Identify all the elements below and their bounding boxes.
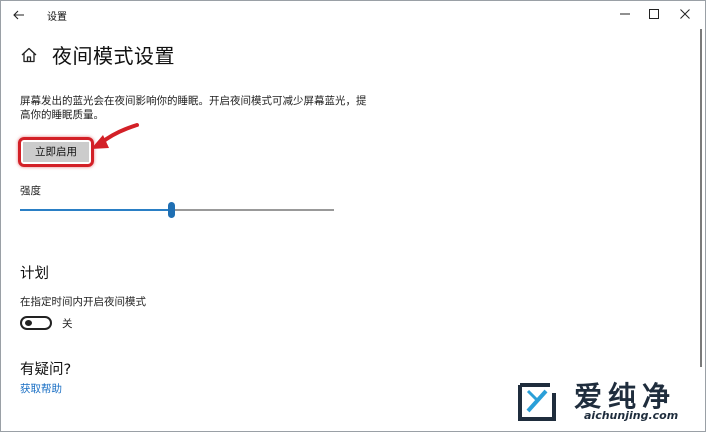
settings-window: 设置 夜间模式设置 屏幕发出的蓝光会在夜间影响你的睡眠。开启夜间模式可减少屏幕蓝… (0, 0, 706, 432)
enable-now-button[interactable]: 立即启用 (23, 142, 89, 162)
toggle-state-label: 关 (62, 318, 73, 330)
slider-fill (20, 209, 171, 211)
home-button[interactable] (19, 45, 39, 65)
toggle-knob (25, 320, 32, 326)
brand-logo-icon (512, 377, 562, 427)
strength-slider[interactable] (20, 201, 334, 221)
app-title: 设置 (47, 12, 67, 23)
scrollbar[interactable] (700, 29, 702, 367)
schedule-heading: 计划 (20, 266, 49, 282)
back-button[interactable] (9, 5, 29, 25)
minimize-icon (620, 13, 630, 15)
home-icon (21, 47, 37, 63)
schedule-label: 在指定时间内开启夜间模式 (20, 296, 146, 308)
faq-heading: 有疑问? (20, 362, 72, 378)
close-button[interactable] (673, 4, 697, 24)
annotation-arrow-icon (91, 123, 139, 149)
slider-thumb[interactable] (167, 202, 175, 218)
get-help-link[interactable]: 获取帮助 (20, 381, 62, 396)
description-text: 屏幕发出的蓝光会在夜间影响你的睡眠。开启夜间模式可减少屏幕蓝光，提高你的睡眠质量… (20, 95, 367, 121)
watermark-url: aichunjing.com (584, 409, 679, 422)
maximize-icon (649, 9, 659, 19)
strength-label: 强度 (20, 185, 41, 197)
enable-button-highlight: 立即启用 (18, 137, 94, 167)
maximize-button[interactable] (642, 4, 666, 24)
page-title: 夜间模式设置 (52, 44, 175, 68)
watermark: 爱纯净 aichunjing.com (506, 373, 705, 431)
close-icon (680, 9, 690, 19)
minimize-button[interactable] (613, 4, 637, 24)
back-arrow-icon (13, 10, 24, 20)
schedule-toggle[interactable] (20, 316, 52, 330)
title-bar: 设置 (1, 1, 705, 29)
